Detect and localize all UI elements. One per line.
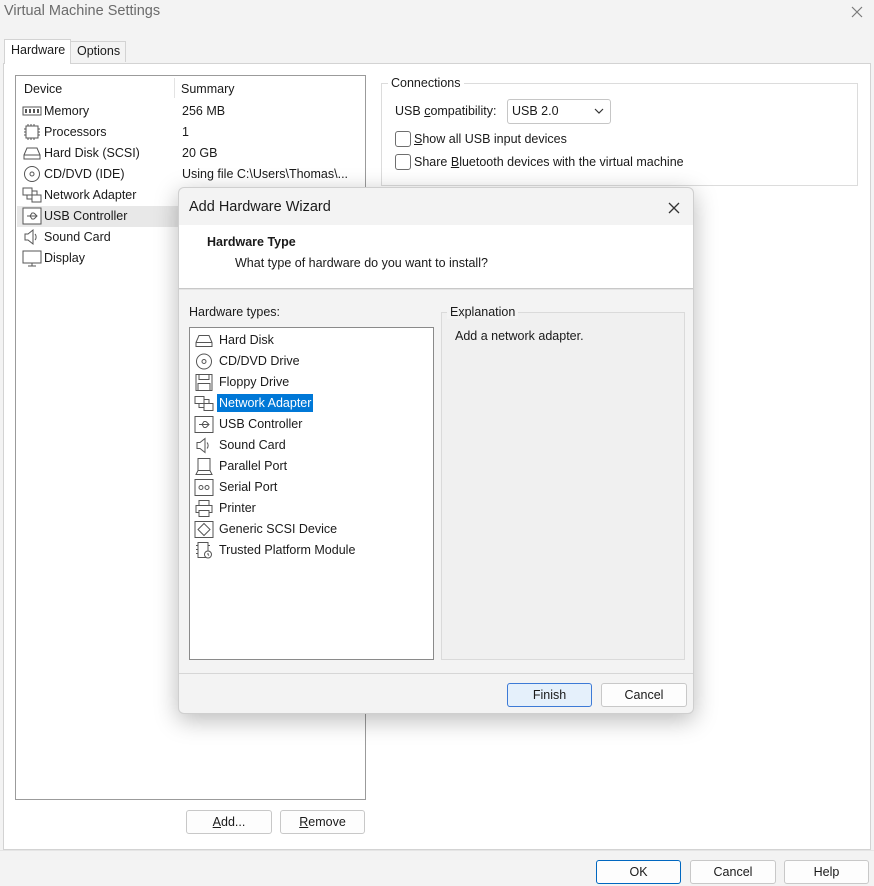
cd-dvd-icon xyxy=(196,353,212,370)
hardware-types-label: Hardware types: xyxy=(189,305,281,319)
window-close-button[interactable] xyxy=(846,1,868,23)
device-summary: 1 xyxy=(182,125,189,139)
usb-compatibility-label: USB compatibility: xyxy=(395,104,497,118)
device-name: CD/DVD (IDE) xyxy=(44,167,125,181)
sound-card-icon xyxy=(196,437,209,454)
device-summary: Using file C:\Users\Thomas\... xyxy=(182,167,349,181)
tab-options[interactable]: Options xyxy=(71,41,126,62)
connections-legend: Connections xyxy=(388,76,464,90)
usb-controller-icon xyxy=(22,207,42,225)
dialog-header-title: Hardware Type xyxy=(207,235,296,249)
device-name: Processors xyxy=(44,125,107,139)
tpm-icon xyxy=(196,542,212,559)
display-icon xyxy=(22,250,42,267)
hardware-type-label: USB Controller xyxy=(219,417,303,431)
usb-controller-icon xyxy=(194,416,214,433)
chevron-down-icon xyxy=(594,108,604,114)
device-row-hard-disk[interactable]: Hard Disk (SCSI) 20 GB xyxy=(17,143,366,164)
cd-dvd-icon xyxy=(24,166,40,182)
dialog-header: Hardware Type What type of hardware do y… xyxy=(179,225,693,289)
parallel-port-icon xyxy=(195,458,213,475)
sound-card-icon xyxy=(24,228,37,246)
add-button[interactable]: Add... xyxy=(186,810,272,834)
dialog-close-button[interactable] xyxy=(663,197,685,219)
dialog-title: Add Hardware Wizard xyxy=(189,199,331,215)
show-all-usb-label: Show all USB input devices xyxy=(414,132,567,146)
checkbox-box[interactable] xyxy=(395,154,411,170)
printer-icon xyxy=(195,500,213,517)
hardware-types-list[interactable]: Hard Disk CD/DVD Drive Floppy Drive Netw… xyxy=(189,327,434,660)
hardware-type-label: Parallel Port xyxy=(219,459,288,473)
usb-compatibility-select[interactable]: USB 2.0 xyxy=(507,99,611,124)
explanation-text: Add a network adapter. xyxy=(455,329,584,343)
hard-disk-icon xyxy=(195,335,213,347)
add-hardware-wizard-dialog: Add Hardware Wizard Hardware Type What t… xyxy=(178,187,694,714)
checkbox-box[interactable] xyxy=(395,131,411,147)
remove-button[interactable]: Remove xyxy=(280,810,365,834)
device-summary: 20 GB xyxy=(182,146,218,160)
share-bluetooth-label: Share Bluetooth devices with the virtual… xyxy=(414,155,684,169)
device-row-memory[interactable]: Memory 256 MB xyxy=(17,101,366,122)
hardware-type-label: Trusted Platform Module xyxy=(219,543,356,557)
explanation-legend: Explanation xyxy=(447,305,519,319)
tab-hardware[interactable]: Hardware xyxy=(4,39,71,64)
window-title: Virtual Machine Settings xyxy=(4,3,161,19)
help-button[interactable]: Help xyxy=(784,860,869,884)
dialog-separator xyxy=(179,289,693,290)
device-name: Display xyxy=(44,251,85,265)
processor-icon xyxy=(24,124,40,140)
footer-separator xyxy=(0,850,874,851)
hard-disk-icon xyxy=(23,147,41,160)
network-adapter-icon xyxy=(22,187,42,203)
device-summary: 256 MB xyxy=(182,104,226,118)
hardware-type-label: Generic SCSI Device xyxy=(219,522,338,536)
column-header-device[interactable]: Device xyxy=(24,82,62,96)
device-name: Hard Disk (SCSI) xyxy=(44,146,140,160)
explanation-group xyxy=(441,312,685,660)
device-row-cd-dvd[interactable]: CD/DVD (IDE) Using file C:\Users\Thomas\… xyxy=(17,164,366,185)
cancel-button[interactable]: Cancel xyxy=(690,860,776,884)
hardware-type-label: CD/DVD Drive xyxy=(219,354,300,368)
serial-port-icon xyxy=(194,479,214,496)
column-divider[interactable] xyxy=(174,78,175,98)
ok-button[interactable]: OK xyxy=(596,860,681,884)
hardware-type-label: Sound Card xyxy=(219,438,286,452)
close-icon xyxy=(668,202,680,214)
scsi-device-icon xyxy=(194,521,214,538)
dialog-header-subtitle: What type of hardware do you want to ins… xyxy=(235,256,488,270)
dialog-footer-separator xyxy=(179,673,693,674)
usb-compatibility-value: USB 2.0 xyxy=(512,104,559,118)
finish-button[interactable]: Finish xyxy=(507,683,592,707)
hardware-type-label: Network Adapter xyxy=(215,393,315,413)
device-row-processors[interactable]: Processors 1 xyxy=(17,122,366,143)
network-adapter-icon xyxy=(194,396,214,411)
column-header-summary[interactable]: Summary xyxy=(181,82,234,96)
hardware-type-label: Floppy Drive xyxy=(219,375,290,389)
device-name: USB Controller xyxy=(44,209,128,223)
dialog-cancel-button[interactable]: Cancel xyxy=(601,683,687,707)
hardware-type-label: Hard Disk xyxy=(219,333,274,347)
device-name: Sound Card xyxy=(44,230,111,244)
memory-icon xyxy=(22,106,42,116)
device-name: Network Adapter xyxy=(44,188,137,202)
device-name: Memory xyxy=(44,104,90,118)
hardware-type-label: Serial Port xyxy=(219,480,278,494)
hardware-type-label: Printer xyxy=(219,501,256,515)
floppy-icon xyxy=(195,374,213,391)
close-icon xyxy=(851,6,863,18)
